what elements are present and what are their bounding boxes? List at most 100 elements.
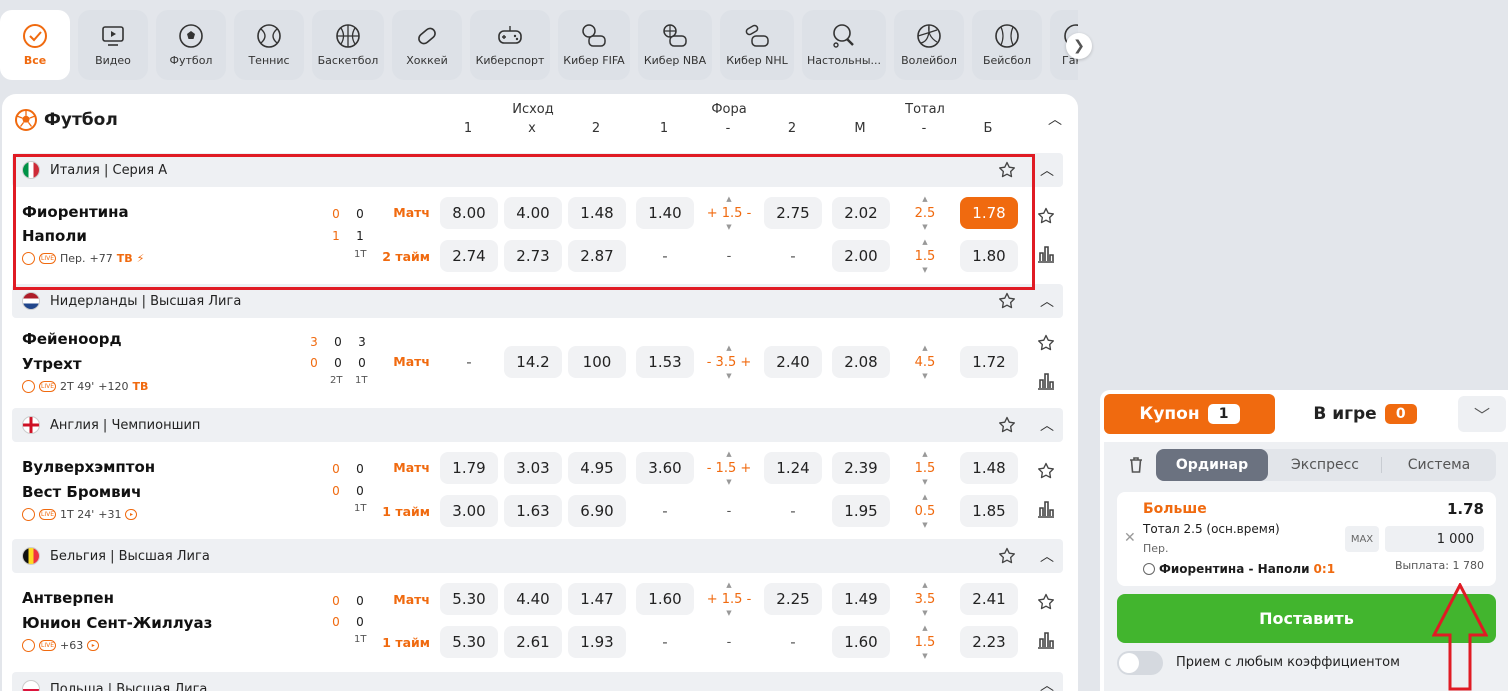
bet-type-system[interactable]: Система [1382, 449, 1496, 481]
odds-button[interactable]: 2.08 [832, 346, 890, 378]
odds-button[interactable]: 1.53 [636, 346, 694, 378]
sport-tab-hockey[interactable]: Хоккей [392, 10, 462, 80]
sport-tab-basketball[interactable]: Баскетбол [312, 10, 384, 80]
favorite-star-icon[interactable] [1036, 333, 1056, 353]
league-header[interactable]: Польша | Высшая Лига [12, 672, 1063, 691]
handicap-param[interactable]: - 3.5 + ▲ ▼ [700, 344, 758, 380]
league-collapse-button[interactable]: ︿ [1036, 159, 1058, 181]
odds-button[interactable]: 2.39 [832, 452, 890, 484]
bet-type-single[interactable]: Ординар [1156, 449, 1268, 481]
sport-tab-video[interactable]: Видео [78, 10, 148, 80]
odds-button[interactable]: 2.23 [960, 626, 1018, 658]
sport-tab-esports[interactable]: Киберспорт [470, 10, 550, 80]
total-param[interactable]: 3.5 ▲ ▼ [896, 581, 954, 617]
odds-button[interactable]: 1.60 [636, 583, 694, 615]
odds-button[interactable]: 2.41 [960, 583, 1018, 615]
sport-tab-all[interactable]: Все [0, 10, 70, 80]
odds-button[interactable]: 2.40 [764, 346, 822, 378]
odds-button[interactable]: 1.48 [960, 452, 1018, 484]
odds-button[interactable]: 2.25 [764, 583, 822, 615]
total-param[interactable]: 1.5 ▲ ▼ [896, 450, 954, 486]
odds-button[interactable]: - [764, 495, 822, 527]
odds-button[interactable]: 1.24 [764, 452, 822, 484]
odds-button[interactable]: 6.90 [568, 495, 626, 527]
favorite-star-icon[interactable] [997, 291, 1017, 311]
statistics-icon[interactable] [1036, 498, 1056, 518]
sport-tab-cyber-fifa[interactable]: Кибер FIFA [558, 10, 630, 80]
favorite-star-icon[interactable] [997, 546, 1017, 566]
team-away[interactable]: Юнион Сент-Жиллуаз [22, 614, 212, 632]
more-markets-link[interactable]: +31 [98, 508, 121, 521]
handicap-param[interactable]: + 1.5 - ▲ ▼ [700, 581, 758, 617]
statistics-icon[interactable] [1036, 629, 1056, 649]
odds-button[interactable]: 1.72 [960, 346, 1018, 378]
any-coefficient-toggle[interactable] [1117, 651, 1163, 675]
odds-button[interactable]: 1.49 [832, 583, 890, 615]
favorite-star-icon[interactable] [1036, 206, 1056, 226]
odds-button[interactable]: 5.30 [440, 583, 498, 615]
total-param[interactable]: 1.5 ▲ ▼ [896, 624, 954, 660]
max-stake-button[interactable]: MAX [1345, 526, 1379, 552]
odds-button[interactable]: 1.47 [568, 583, 626, 615]
tv-badge[interactable]: ТВ [132, 380, 148, 393]
odds-button[interactable]: 100 [568, 346, 626, 378]
team-home[interactable]: Вулверхэмптон [22, 458, 155, 476]
sport-tab-table-tennis[interactable]: Настольны... [802, 10, 886, 80]
team-away[interactable]: Вест Бромвич [22, 483, 141, 501]
team-away[interactable]: Утрехт [22, 355, 82, 373]
remove-bet-icon[interactable]: ✕ [1124, 530, 1136, 546]
odds-button[interactable]: 14.2 [504, 346, 562, 378]
tab-in-game[interactable]: В игре 0 [1290, 394, 1440, 434]
league-collapse-button[interactable]: ︿ [1036, 545, 1058, 567]
odds-button[interactable]: 3.60 [636, 452, 694, 484]
handicap-param[interactable]: - [700, 626, 758, 658]
handicap-param[interactable]: - 1.5 + ▲ ▼ [700, 450, 758, 486]
tab-coupon[interactable]: Купон 1 [1104, 394, 1275, 434]
odds-button[interactable]: - [440, 346, 498, 378]
odds-button[interactable]: 3.03 [504, 452, 562, 484]
odds-button[interactable]: 1.60 [832, 626, 890, 658]
stake-input[interactable] [1385, 526, 1484, 552]
odds-button[interactable]: 1.93 [568, 626, 626, 658]
bet-slip-collapse-button[interactable]: ﹀ [1458, 396, 1506, 432]
odds-button[interactable]: 3.00 [440, 495, 498, 527]
odds-button[interactable]: 1.63 [504, 495, 562, 527]
odds-button[interactable]: 2.61 [504, 626, 562, 658]
odds-button[interactable]: - [636, 626, 694, 658]
odds-button[interactable]: 4.40 [504, 583, 562, 615]
sports-scroll-right-button[interactable]: ❯ [1066, 33, 1092, 59]
sport-tab-volleyball[interactable]: Волейбол [894, 10, 964, 80]
odds-button[interactable]: 1.85 [960, 495, 1018, 527]
team-home[interactable]: Антверпен [22, 589, 114, 607]
odds-button[interactable]: 1.95 [832, 495, 890, 527]
league-header[interactable]: Англия | Чемпионшип [12, 408, 1063, 442]
statistics-icon[interactable] [1036, 243, 1056, 263]
sport-tab-cyber-nhl[interactable]: Кибер NHL [720, 10, 794, 80]
league-header[interactable]: Бельгия | Высшая Лига [12, 539, 1063, 573]
odds-button[interactable]: 5.30 [440, 626, 498, 658]
section-collapse-button[interactable]: ︿ [1044, 108, 1066, 130]
league-collapse-button[interactable]: ︿ [1036, 414, 1058, 436]
favorite-star-icon[interactable] [1036, 592, 1056, 612]
odds-button[interactable]: 1.79 [440, 452, 498, 484]
sport-tab-baseball[interactable]: Бейсбол [972, 10, 1042, 80]
sport-tab-football[interactable]: Футбол [156, 10, 226, 80]
bet-type-express[interactable]: Экспресс [1270, 449, 1380, 481]
league-collapse-button[interactable]: ︿ [1036, 674, 1058, 691]
handicap-param[interactable]: - [700, 495, 758, 527]
statistics-icon[interactable] [1036, 370, 1056, 390]
favorite-star-icon[interactable] [1036, 461, 1056, 481]
sport-tab-tennis[interactable]: Теннис [234, 10, 304, 80]
total-param[interactable]: 4.5 ▲ ▼ [896, 344, 954, 380]
team-home[interactable]: Фейеноорд [22, 330, 122, 348]
odds-button[interactable]: - [764, 626, 822, 658]
league-collapse-button[interactable]: ︿ [1036, 290, 1058, 312]
more-markets-link[interactable]: +120 [98, 380, 128, 393]
odds-button[interactable]: - [636, 495, 694, 527]
sport-tab-cyber-nba[interactable]: Кибер NBA [638, 10, 712, 80]
trash-icon[interactable] [1128, 456, 1144, 474]
odds-button[interactable]: 4.95 [568, 452, 626, 484]
favorite-star-icon[interactable] [997, 415, 1017, 435]
total-param[interactable]: 0.5 ▲ ▼ [896, 493, 954, 529]
more-markets-link[interactable]: +63 [60, 639, 83, 652]
